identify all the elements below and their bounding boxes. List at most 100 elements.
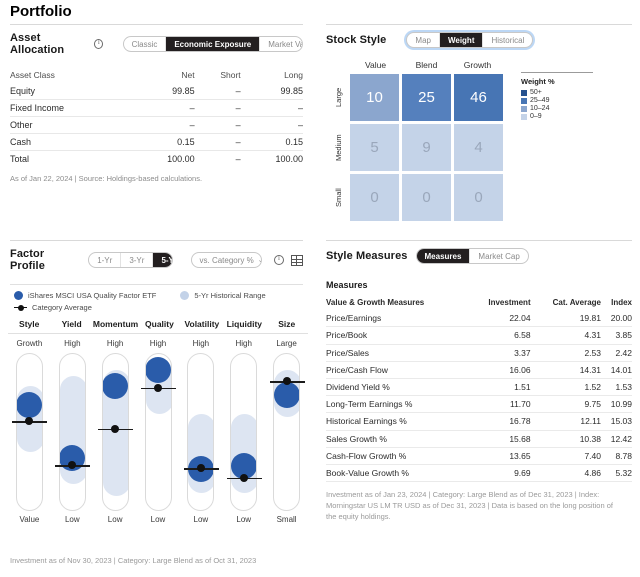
- cell-cat-average: 10.38: [579, 433, 601, 444]
- factor-top-labels: Growth High High High High High Large: [8, 339, 308, 348]
- legend-swatch: [521, 113, 527, 120]
- factor-profile-period-tabs[interactable]: 1-Yr 3-Yr 5-Yr: [88, 252, 174, 268]
- style-measures-tabs[interactable]: Measures Market Cap: [415, 248, 529, 264]
- cell-investment: 16.78: [509, 416, 531, 427]
- cell-cat-average: 19.81: [579, 313, 601, 324]
- cell-small-value[interactable]: 0: [350, 174, 399, 221]
- tab-measures[interactable]: Measures: [416, 249, 471, 263]
- cell-medium-value[interactable]: 5: [350, 124, 399, 171]
- cell-cat-average: 12.11: [580, 416, 601, 427]
- style-measures-title: Style Measures: [326, 250, 408, 262]
- factor-track-style[interactable]: [8, 353, 51, 511]
- cell-index: 14.01: [610, 364, 632, 375]
- cell-measure-name: Sales Growth %: [326, 433, 387, 444]
- asset-allocation-tabs[interactable]: Classic Economic Exposure Market Value: [122, 36, 303, 52]
- factor-capsule: [144, 353, 172, 511]
- factor-profile-chart: Style Yield Momentum Quality Volatility …: [0, 317, 313, 532]
- factor-profile-compare-select[interactable]: vs. Category % ⌄: [190, 252, 262, 268]
- legend-item: 0–9: [521, 113, 626, 120]
- tab-classic[interactable]: Classic: [124, 37, 167, 51]
- top-label-volatility: High: [192, 339, 210, 348]
- cell-cat-average: 7.40: [584, 450, 601, 461]
- cell-cat-average: 1.52: [584, 382, 601, 393]
- col-short: Short: [220, 70, 241, 80]
- category-average-dot: [154, 383, 162, 392]
- fund-value-bubble: [102, 372, 128, 399]
- cell-short: –: [235, 86, 241, 96]
- factor-track-size[interactable]: [265, 353, 308, 511]
- table-row: Long-Term Earnings % 11.70 9.75 10.99: [326, 396, 632, 413]
- category-average-icon: [14, 303, 27, 312]
- factor-track-yield[interactable]: [51, 353, 94, 511]
- cell-large-value[interactable]: 10: [350, 74, 399, 121]
- page-title: Portfolio: [10, 3, 72, 20]
- col-measure-name: Value & Growth Measures: [326, 298, 425, 308]
- factor-name-style: Style: [19, 319, 40, 329]
- factor-name-liquidity: Liquidity: [226, 319, 263, 329]
- cell-measure-name: Price/Earnings: [326, 313, 382, 324]
- top-label-momentum: High: [106, 339, 124, 348]
- cell-medium-blend[interactable]: 9: [402, 124, 451, 171]
- tab-map[interactable]: Map: [407, 33, 440, 47]
- cell-small-growth[interactable]: 0: [454, 174, 503, 221]
- bottom-label-liquidity: Low: [236, 515, 252, 524]
- cell-index: 5.32: [615, 467, 632, 478]
- table-view-icon[interactable]: [291, 254, 303, 266]
- divider: [326, 240, 632, 241]
- stock-style-tabs[interactable]: Map Weight Historical: [406, 32, 534, 48]
- tab-economic-exposure[interactable]: Economic Exposure: [166, 37, 261, 51]
- stock-style-box-chart: Value Blend Growth Large Medium Small 10…: [326, 60, 636, 221]
- factor-capsule: [230, 353, 258, 511]
- top-label-size: Large: [276, 339, 297, 348]
- tab-market-cap[interactable]: Market Cap: [470, 249, 527, 263]
- cell-large-growth[interactable]: 46: [454, 74, 503, 121]
- table-row: Cash-Flow Growth % 13.65 7.40 8.78: [326, 447, 632, 465]
- tab-3yr[interactable]: 3-Yr: [121, 253, 154, 267]
- factor-track-liquidity[interactable]: [222, 353, 265, 511]
- cell-large-blend[interactable]: 25: [402, 74, 451, 121]
- col-asset-class: Asset Class: [10, 70, 55, 80]
- legend-swatch: [521, 105, 527, 112]
- table-row: Dividend Yield % 1.51 1.52 1.53: [326, 378, 632, 396]
- tab-weight[interactable]: Weight: [439, 33, 484, 47]
- tab-market-value[interactable]: Market Value: [260, 37, 302, 51]
- stock-style-panel: Stock Style Map Weight Historical Value …: [318, 24, 640, 221]
- cell-index: 3.85: [615, 330, 632, 341]
- cell-medium-growth[interactable]: 4: [454, 124, 503, 171]
- asset-allocation-table: Asset Class Net Short Long Equity 99.85 …: [10, 67, 303, 167]
- cell-net: –: [189, 103, 195, 113]
- info-icon[interactable]: [94, 38, 104, 49]
- factor-track-volatility[interactable]: [179, 353, 222, 511]
- legend-swatch: [521, 97, 527, 104]
- cell-asset-class: Other: [10, 120, 33, 130]
- info-icon[interactable]: [274, 254, 284, 265]
- tab-5yr[interactable]: 5-Yr: [153, 253, 173, 267]
- table-row: Price/Cash Flow 16.06 14.31 14.01: [326, 361, 632, 379]
- cell-cat-average: 9.75: [584, 399, 601, 410]
- tab-historical[interactable]: Historical: [483, 33, 532, 47]
- factor-track-quality[interactable]: [137, 353, 180, 511]
- cell-small-blend[interactable]: 0: [402, 174, 451, 221]
- cell-short: –: [235, 137, 241, 147]
- cell-index: 2.42: [615, 347, 632, 358]
- legend-rule: [521, 72, 593, 73]
- cell-measure-name: Price/Book: [326, 330, 368, 341]
- legend-label: 0–9: [530, 113, 542, 120]
- cell-investment: 3.37: [514, 347, 531, 358]
- stock-style-legend: Weight % 50+ 25–49 10–24 0–9: [521, 72, 626, 121]
- category-average-dot: [196, 464, 205, 473]
- compare-select-label[interactable]: vs. Category % ⌄: [192, 253, 262, 267]
- stock-style-column-headers: Value Blend Growth: [350, 60, 503, 70]
- col-net: Net: [181, 70, 195, 80]
- cell-long: –: [297, 103, 303, 113]
- cell-measure-name: Price/Sales: [326, 347, 369, 358]
- col-blend: Blend: [415, 60, 438, 70]
- tab-1yr[interactable]: 1-Yr: [89, 253, 122, 267]
- factor-track-momentum[interactable]: [94, 353, 137, 511]
- top-label-style: Growth: [16, 339, 43, 348]
- cell-index: 1.53: [615, 382, 632, 393]
- cell-cat-average: 4.86: [584, 467, 601, 478]
- category-average-dot: [68, 461, 77, 470]
- divider: [10, 24, 303, 25]
- row-label-large: Large: [334, 87, 343, 108]
